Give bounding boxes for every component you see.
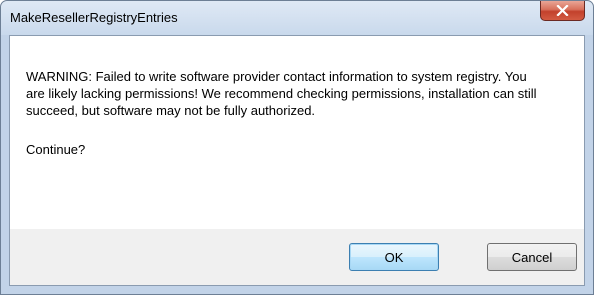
title-bar[interactable]: MakeResellerRegistryEntries — [1, 1, 593, 35]
close-icon — [556, 5, 569, 16]
window-title: MakeResellerRegistryEntries — [10, 10, 178, 25]
warning-message: WARNING: Failed to write software provid… — [26, 69, 537, 118]
dialog-window: MakeResellerRegistryEntries WARNING: Fai… — [0, 0, 594, 295]
dialog-body: WARNING: Failed to write software provid… — [9, 35, 585, 286]
ok-button[interactable]: OK — [349, 243, 439, 271]
continue-question: Continue? — [26, 142, 86, 157]
close-button[interactable] — [540, 1, 585, 21]
cancel-button[interactable]: Cancel — [487, 243, 577, 271]
message-area: WARNING: Failed to write software provid… — [10, 36, 584, 229]
